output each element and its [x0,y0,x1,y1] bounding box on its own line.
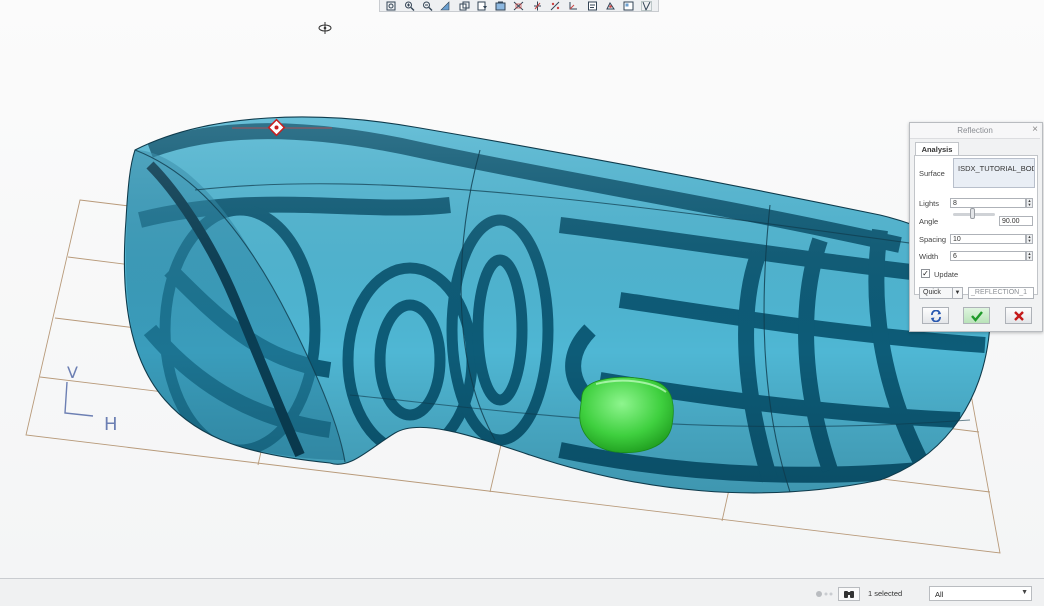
quality-select[interactable]: Quick ▼ [919,287,963,299]
binoculars-icon [844,591,854,598]
checkmark-icon [970,310,983,322]
chevron-down-icon: ▼ [1021,589,1028,596]
analysis-name-field[interactable]: _REFLECTION_1 [968,287,1034,299]
selection-count: 1 selected [868,589,903,598]
saved-views-icon[interactable] [476,1,488,11]
angle-field[interactable]: 90.00 [999,216,1033,226]
selection-filter-value: All [935,590,944,599]
angle-label: Angle [919,217,939,226]
width-label: Width [919,252,939,261]
triad-h-label: H [104,414,118,435]
angle-slider-handle[interactable] [970,208,975,219]
update-checkbox[interactable]: ✓ [921,269,930,278]
chevron-down-icon: ▼ [952,288,962,298]
plane-display-icon[interactable] [513,1,525,11]
lights-label: Lights [919,199,940,208]
zoom-in-icon[interactable] [403,1,415,11]
refresh-icon [930,309,941,322]
orientation-triad: V H [64,363,118,435]
spacing-field[interactable]: 10 [950,234,1026,244]
status-bar: 1 selected All ▼ [0,578,1044,606]
display-style-icon[interactable] [495,1,507,11]
selection-filter[interactable]: All ▼ [929,586,1032,601]
find-button[interactable] [838,587,860,601]
spacing-label: Spacing [919,235,947,244]
triad-v-label: V [67,363,78,382]
graphics-toolbar [379,0,659,12]
spin-center-icon [318,22,332,34]
tab-analysis[interactable]: Analysis [915,142,959,156]
lights-spinner[interactable]: ▲ ▼ [1026,198,1033,208]
reflection-dialog: Reflection × Analysis Surface ISDX_TUTOR… [909,122,1043,332]
annotation-display-icon[interactable] [586,1,598,11]
surface-collector[interactable]: ISDX_TUTORIAL_BOD [953,158,1035,188]
model-view[interactable] [0,0,1044,578]
axis-display-icon[interactable] [531,1,543,11]
spacing-spinner[interactable]: ▲ ▼ [1026,234,1033,244]
model-display-icon[interactable] [641,0,653,11]
cancel-button[interactable] [1005,307,1032,324]
view-manager-icon[interactable] [623,1,635,11]
csys-display-icon[interactable] [568,1,580,11]
width-field[interactable]: 6 [950,251,1026,261]
quality-select-value: Quick [923,289,941,296]
width-spinner[interactable]: ▲ ▼ [1026,251,1033,261]
update-label: Update [934,270,959,279]
surface-body[interactable] [100,100,1020,520]
zoom-out-icon[interactable] [422,1,434,11]
repaint-button[interactable] [922,307,949,324]
spin-center-toggle-icon[interactable] [604,1,616,11]
analysis-panel: Surface ISDX_TUTORIAL_BOD Lights 8 ▲ ▼ An… [914,155,1038,299]
surface-label: Surface [919,169,945,178]
close-icon[interactable]: × [1032,124,1038,135]
graphics-window[interactable]: V H [0,0,1044,578]
selected-feature[interactable] [579,376,674,454]
ok-button[interactable] [963,307,990,324]
message-navigation-icon[interactable] [815,590,833,598]
dialog-title: Reflection [910,123,1040,139]
orient-icon[interactable] [458,1,470,11]
refit-icon[interactable] [385,1,397,11]
repaint-icon[interactable] [440,0,452,11]
point-display-icon[interactable] [550,1,562,11]
lights-field[interactable]: 8 [950,198,1026,208]
cross-icon [1013,310,1024,321]
